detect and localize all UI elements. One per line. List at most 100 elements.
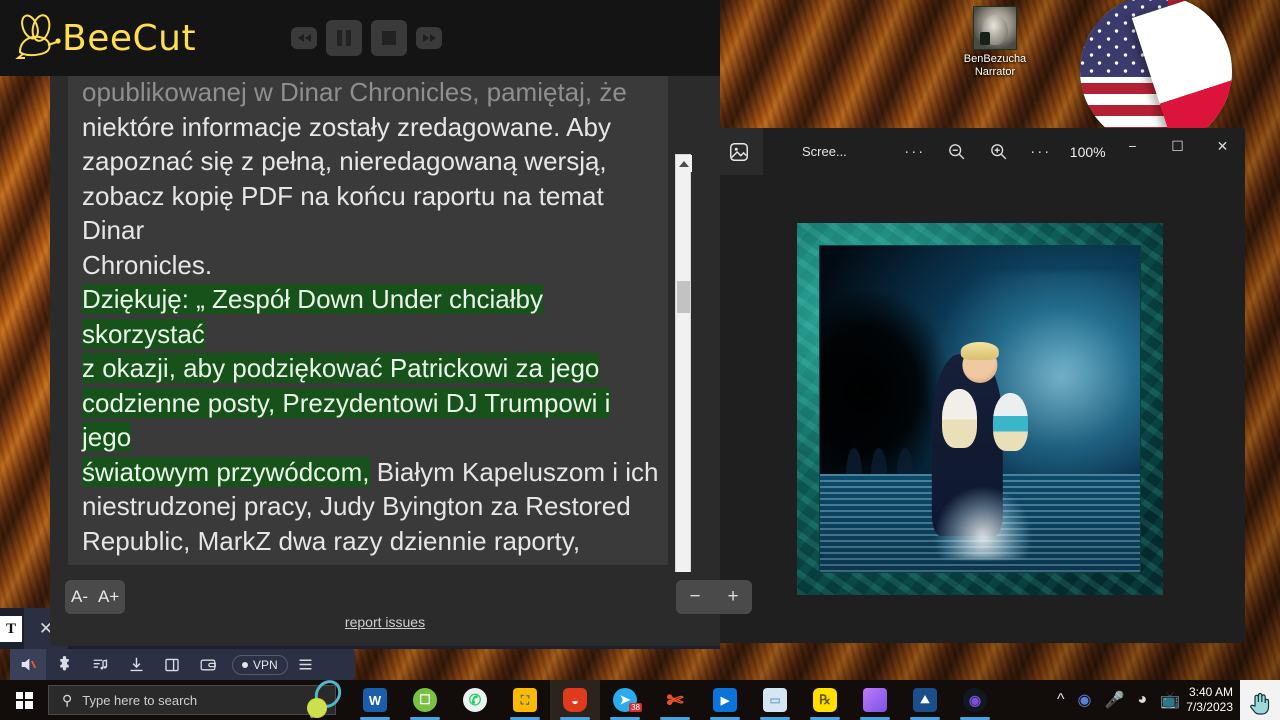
fast-forward-button[interactable] xyxy=(416,27,443,49)
taskbar-item-whatsapp[interactable]: ✆ xyxy=(450,680,500,720)
text-reader-window: opublikowanej w Dinar Chronicles, pamięt… xyxy=(50,67,752,646)
taskbar-item-beecut[interactable]: ℞ xyxy=(800,680,850,720)
maximize-button[interactable]: ☐ xyxy=(1155,128,1200,164)
play-tile-icon: ▶ xyxy=(713,688,737,712)
tray-action-center-icon[interactable]: 📺 xyxy=(1160,690,1180,710)
magnifier-plus-icon xyxy=(991,144,1007,160)
photo-viewer-canvas[interactable] xyxy=(715,175,1245,643)
us-poland-flag-icon xyxy=(1080,0,1232,147)
stop-button[interactable] xyxy=(371,20,408,56)
music-list-icon xyxy=(93,659,107,670)
taskbar-item-brave[interactable]: ◒ xyxy=(550,680,600,720)
browser-menu-icon[interactable] xyxy=(288,649,324,680)
font-increase-button[interactable]: A+ xyxy=(98,587,119,607)
screen: BenBezucha Narrator o BeeCut xyxy=(0,0,1280,720)
close-button[interactable]: ✕ xyxy=(1200,128,1245,164)
mouse-cursor-hand-icon xyxy=(1250,692,1270,715)
taskbar-item-onedrive-green[interactable]: ☐ xyxy=(400,680,450,720)
beecut-titlebar: BeeCut xyxy=(0,0,720,76)
reader-bottom-toolbar: A- A+ report issues − + xyxy=(50,572,752,646)
reader-line-text: Kerry'emu Cassidy'emu w jej raportach, M… xyxy=(82,560,645,565)
taskbar-item-sticky-notes[interactable]: ▭ xyxy=(750,680,800,720)
zoom-group: − + xyxy=(676,580,752,614)
zoom-in-button[interactable]: + xyxy=(727,586,738,608)
tray-opera-icon[interactable]: ◉ xyxy=(1078,690,1092,710)
search-input[interactable]: ⚲ Type here to search xyxy=(48,680,342,718)
reader-line: Republic, MarkZ dwa razy dziennie raport… xyxy=(82,524,664,559)
word-icon: W xyxy=(363,688,387,712)
taskbar-item-video-editor[interactable] xyxy=(850,680,900,720)
desktop-icon-thumbnail xyxy=(973,6,1017,50)
taskbar-item-word[interactable]: W xyxy=(350,680,400,720)
download-arrow-icon xyxy=(130,657,142,672)
baby-right xyxy=(992,392,1028,452)
reader-line: niektóre informacje zostały zredagowane.… xyxy=(82,110,664,145)
water-splash xyxy=(935,487,1032,559)
green-cloud-icon: ☐ xyxy=(413,688,437,712)
font-decrease-button[interactable]: A- xyxy=(71,587,88,607)
reader-scrollbar[interactable] xyxy=(675,154,692,642)
extensions-icon[interactable] xyxy=(46,649,82,680)
taskbar-item-snipping-tool[interactable]: ✄ xyxy=(650,680,700,720)
start-button[interactable] xyxy=(0,680,48,720)
window-controls: − ☐ ✕ xyxy=(1110,128,1245,164)
more-options-right-icon[interactable]: ··· xyxy=(1020,132,1062,172)
mute-tab-icon[interactable] xyxy=(10,649,46,680)
baby-left xyxy=(941,389,977,449)
reader-text-content[interactable]: opublikowanej w Dinar Chronicles, pamięt… xyxy=(68,67,668,565)
taskbar-item-telegram[interactable]: ➤ 38 xyxy=(600,680,650,720)
reader-line-text: zapoznać się z pełną, nieredagowaną wers… xyxy=(82,146,607,176)
tray-expand-icon[interactable]: ^ xyxy=(1057,691,1065,709)
folder-icon: ⛶ xyxy=(513,688,537,712)
reader-line-text: niestrudzonej pracy, Judy Byington za Re… xyxy=(82,491,631,521)
scroll-up-arrow-icon[interactable] xyxy=(676,155,692,172)
tray-microphone-icon[interactable]: 🎤 xyxy=(1104,690,1124,710)
telegram-badge: 38 xyxy=(629,703,642,712)
taskbar-clock[interactable]: 3:40 AM 7/3/2023 xyxy=(1186,685,1233,715)
wallet-icon[interactable] xyxy=(190,649,226,680)
tray-wifi-icon[interactable]: ◕ xyxy=(1137,691,1147,709)
vpn-button[interactable]: VPN xyxy=(232,654,288,675)
reader-line-text-highlighted: codzienne posty, Prezydentowi DJ Trumpow… xyxy=(82,387,611,452)
reader-line: Chronicles. xyxy=(82,248,664,283)
taskbar-item-opera[interactable]: ◉ xyxy=(950,680,1000,720)
zoom-out-button[interactable] xyxy=(936,132,978,172)
windows-taskbar: ⚲ Type here to search W ☐ ✆ ⛶ ◒ ➤ 38 ✄ ▶… xyxy=(0,680,1280,720)
minimize-button[interactable]: − xyxy=(1110,128,1155,164)
taskbar-item-photos[interactable]: ⛰ xyxy=(900,680,950,720)
brave-wallet-icon xyxy=(200,659,216,670)
scrollbar-thumb[interactable] xyxy=(677,281,690,313)
man-hair xyxy=(960,342,1000,361)
tab-favicon: T xyxy=(0,616,22,642)
photos-app-icon xyxy=(715,128,763,175)
reader-line: z okazji, aby podziękować Patrickowi za … xyxy=(82,351,664,386)
reader-line: zapoznać się z pełną, nieredagowaną wers… xyxy=(82,144,664,179)
more-options-left-icon[interactable]: ··· xyxy=(894,132,936,172)
zoom-in-button[interactable] xyxy=(978,132,1020,172)
taskbar-item-file-explorer[interactable]: ⛶ xyxy=(500,680,550,720)
sticky-note-icon: ▭ xyxy=(763,688,787,712)
zoom-out-button[interactable]: − xyxy=(689,586,700,608)
downloads-icon[interactable] xyxy=(118,649,154,680)
playlist-icon[interactable] xyxy=(82,649,118,680)
font-size-group: A- A+ xyxy=(65,580,126,614)
video-editor-icon xyxy=(863,688,887,712)
bee-antenna-dot xyxy=(55,38,61,44)
reader-line: światowym przywódcom, Białym Kapeluszom … xyxy=(82,455,664,490)
desktop-icon-benbezucha-narrator[interactable]: BenBezucha Narrator xyxy=(957,6,1033,79)
rewind-button[interactable] xyxy=(291,27,318,49)
dots-icon: ··· xyxy=(904,143,926,160)
puzzle-piece-icon xyxy=(59,656,69,671)
beecut-playback-controls xyxy=(291,20,443,56)
displayed-image xyxy=(797,223,1163,595)
magnifier-minus-icon xyxy=(949,144,965,160)
taskbar-item-movies-tv[interactable]: ▶ xyxy=(700,680,750,720)
reader-line-text: zobacz kopię PDF na końcu raportu na tem… xyxy=(82,180,604,246)
panel-icon xyxy=(165,658,179,671)
image-inner-scene xyxy=(819,245,1141,573)
report-issues-link[interactable]: report issues xyxy=(50,614,720,630)
pause-button[interactable] xyxy=(326,20,363,56)
photo-viewer-titlebar: Scree... ··· ··· 100% − ☐ ✕ xyxy=(715,128,1245,175)
clock-time: 3:40 AM xyxy=(1188,685,1233,699)
sidebar-toggle-icon[interactable] xyxy=(154,649,190,680)
